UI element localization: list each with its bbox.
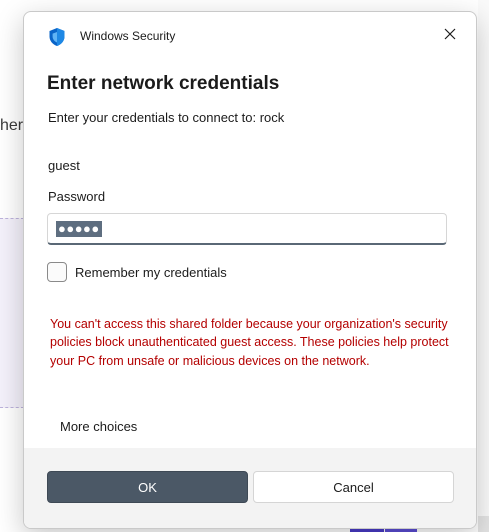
ok-button[interactable]: OK bbox=[47, 471, 248, 503]
dialog-heading: Enter network credentials bbox=[47, 73, 280, 94]
password-field[interactable]: ●●●●● bbox=[47, 213, 447, 245]
password-label: Password bbox=[48, 189, 106, 204]
connect-target-text: Enter your credentials to connect to: ro… bbox=[48, 110, 285, 125]
error-message: You can't access this shared folder beca… bbox=[50, 317, 449, 368]
username-text: guest bbox=[48, 158, 80, 173]
remember-credentials-label: Remember my credentials bbox=[75, 264, 227, 280]
background-text-fragment: her bbox=[0, 117, 24, 134]
app-title: Windows Security bbox=[80, 29, 176, 43]
password-value: ●●●●● bbox=[56, 220, 102, 237]
more-choices-link[interactable]: More choices bbox=[60, 419, 137, 434]
shield-icon bbox=[48, 27, 66, 47]
dialog-footer: OK Cancel bbox=[24, 448, 476, 528]
close-icon bbox=[444, 27, 456, 45]
title-bar: Windows Security bbox=[24, 12, 476, 60]
close-button[interactable] bbox=[436, 24, 464, 48]
cancel-button[interactable]: Cancel bbox=[253, 471, 454, 503]
background-panel bbox=[0, 218, 24, 408]
credentials-dialog: Windows Security Enter network credentia… bbox=[23, 11, 477, 529]
remember-credentials-checkbox[interactable]: Remember my credentials bbox=[47, 262, 227, 282]
checkbox-box[interactable] bbox=[47, 262, 67, 282]
background-fragment bbox=[478, 516, 489, 532]
background-window-edge bbox=[478, 0, 489, 516]
